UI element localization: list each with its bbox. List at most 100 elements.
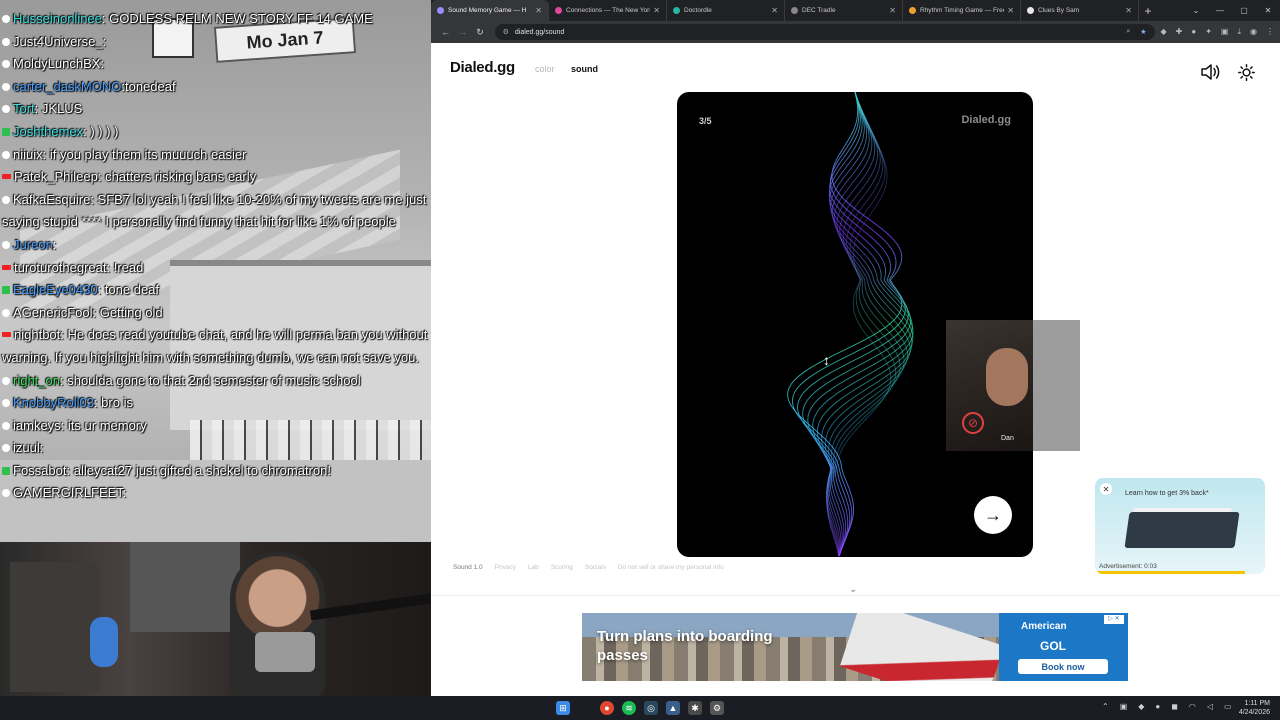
chat-username[interactable]: Husseinonlinee: [13, 11, 102, 26]
footer-link[interactable]: Privacy: [495, 564, 516, 571]
video-ad[interactable]: ✕ Learn how to get 3% back* Advertisemen…: [1095, 478, 1265, 574]
chat-username[interactable]: Patek_Phileep: [14, 169, 98, 184]
nav-link-sound[interactable]: sound: [571, 64, 598, 74]
puzzle-icon[interactable]: ✦: [1205, 27, 1212, 37]
site-logo[interactable]: Dialed.gg: [450, 59, 515, 76]
omnibox-actions: ⌕ ★: [1126, 28, 1146, 36]
extensions: ◆ ✚ ● ✦ ▣ ⤓ ◉ ⋮: [1161, 27, 1275, 37]
chrome-icon[interactable]: ●: [600, 701, 614, 715]
chat-username[interactable]: nightbot: [14, 327, 60, 342]
tab-close-icon[interactable]: ✕: [653, 6, 660, 15]
chat-username[interactable]: niiuix: [13, 147, 43, 162]
chat-badge-icon: [2, 127, 10, 136]
bed-frame-image: [1124, 512, 1240, 548]
sidepanel-icon[interactable]: ▣: [1221, 27, 1229, 37]
browser-tab[interactable]: Rhythm Timing Game — Free ✕: [903, 0, 1021, 21]
nav-link-color[interactable]: color: [535, 64, 555, 74]
chat-username[interactable]: KafkaEsquire: [13, 192, 90, 207]
footer-link[interactable]: Sound 1.0: [453, 564, 483, 571]
download-icon[interactable]: ⤓: [1237, 27, 1241, 37]
new-tab-button[interactable]: +: [1139, 0, 1157, 21]
chat-username[interactable]: AGenericFool: [13, 305, 92, 320]
bookmark-star-icon[interactable]: ★: [1140, 28, 1146, 36]
reload-icon[interactable]: ↻: [471, 27, 488, 38]
chat-text: : Getting old: [92, 304, 163, 320]
chat-badge-icon: [2, 421, 10, 430]
menu-icon[interactable]: ⋮: [1266, 27, 1274, 37]
app-icon[interactable]: ✱: [688, 701, 702, 715]
site-info-icon[interactable]: ⚙: [503, 28, 509, 36]
footer-link[interactable]: Lab: [528, 564, 539, 571]
browser-tab[interactable]: Doctordle ✕: [667, 0, 785, 21]
chat-username[interactable]: Fossabot: [13, 463, 66, 478]
chat-username[interactable]: iamkeys: [13, 418, 61, 433]
volume-icon[interactable]: ◁: [1207, 702, 1213, 711]
chat-text: : GODLESS RELM NEW STORY FF 14 GAME: [101, 11, 373, 26]
back-icon[interactable]: ←: [437, 27, 454, 37]
tab-title: Doctordle: [684, 7, 712, 14]
system-clock[interactable]: 1:11 PM 4/24/2026: [1239, 699, 1270, 717]
tray-app-icon[interactable]: ◼: [1171, 702, 1178, 711]
extension-icon[interactable]: ✚: [1176, 27, 1183, 37]
settings-icon[interactable]: ⚙: [710, 701, 724, 715]
chat-username[interactable]: turoturothegreat: [14, 260, 107, 275]
maximize-icon[interactable]: ▢: [1232, 0, 1256, 21]
chat-username[interactable]: right_on: [13, 373, 60, 388]
chevron-down-icon[interactable]: ⌄: [849, 584, 857, 595]
battery-icon[interactable]: ▭: [1224, 702, 1232, 711]
chat-username[interactable]: Just4Universe_: [13, 34, 103, 49]
tray-app-icon[interactable]: ●: [1155, 702, 1160, 711]
steam-icon[interactable]: ◎: [644, 701, 658, 715]
tab-close-icon[interactable]: ✕: [889, 6, 896, 15]
chevron-down-icon[interactable]: ⌄: [1184, 0, 1208, 21]
chat-username[interactable]: KnobbyRoll03: [13, 395, 94, 410]
chat-username[interactable]: Joshthemex: [13, 124, 83, 139]
banner-ad[interactable]: Turn plans into boarding passes American…: [582, 613, 1128, 681]
round-counter: 3/5: [699, 116, 712, 126]
close-icon[interactable]: ✕: [1256, 0, 1280, 21]
zoom-icon[interactable]: ⌕: [1126, 28, 1130, 36]
extension-icon[interactable]: ●: [1191, 27, 1196, 37]
tab-close-icon[interactable]: ✕: [1007, 6, 1014, 15]
browser-tab[interactable]: Clues By Sam ✕: [1021, 0, 1139, 21]
chat-username[interactable]: carter_daskMONO: [13, 79, 121, 94]
tray-app-icon[interactable]: ◆: [1138, 702, 1144, 711]
chat-username[interactable]: GAMERGIRLFEET: [13, 485, 123, 500]
volume-icon[interactable]: [1200, 63, 1220, 81]
browser-window: Sound Memory Game — H ✕ Connections — The …: [431, 0, 1280, 696]
theme-toggle-icon[interactable]: [1238, 64, 1255, 81]
tab-close-icon[interactable]: ✕: [535, 6, 542, 15]
windows-start-icon[interactable]: ⊞: [556, 701, 570, 715]
tab-close-icon[interactable]: ✕: [1125, 6, 1132, 15]
footer-link[interactable]: Do not sell or share my personal info: [618, 564, 724, 571]
browser-tab[interactable]: Sound Memory Game — H ✕: [431, 0, 549, 21]
footer-link[interactable]: Scoring: [551, 564, 573, 571]
address-bar[interactable]: ⚙ dialed.gg/sound ⌕ ★: [494, 24, 1155, 40]
close-icon[interactable]: ✕: [1100, 483, 1112, 495]
chat-username[interactable]: MoldyLunchBX: [13, 56, 100, 71]
chevron-up-icon[interactable]: ⌃: [1102, 702, 1109, 711]
book-now-button[interactable]: Book now: [1018, 659, 1108, 674]
tab-close-icon[interactable]: ✕: [771, 6, 778, 15]
chat-username[interactable]: Tort: [13, 101, 35, 116]
tray-app-icon[interactable]: ▣: [1120, 702, 1128, 711]
adchoices-icon[interactable]: ▷ ✕: [1104, 615, 1124, 624]
forward-icon[interactable]: →: [454, 27, 471, 37]
chat-username[interactable]: EagleEye0430: [13, 282, 98, 297]
chat-message: Just4Universe_:: [0, 31, 431, 54]
profile-icon[interactable]: ◉: [1250, 27, 1257, 37]
wifi-icon[interactable]: ◠: [1189, 702, 1196, 711]
chat-message: EagleEye0430: tone deaf: [0, 279, 431, 302]
app-icon[interactable]: ▲: [666, 701, 680, 715]
chat-message: Jureon:: [0, 234, 431, 257]
footer-link[interactable]: Socials: [585, 564, 606, 571]
extension-icon[interactable]: ◆: [1161, 27, 1167, 37]
minimize-icon[interactable]: —: [1208, 0, 1232, 21]
spotify-icon[interactable]: ≋: [622, 701, 636, 715]
next-button[interactable]: →: [974, 496, 1012, 534]
webcam-shelf: [10, 562, 100, 692]
chat-username[interactable]: izuul: [13, 440, 40, 455]
browser-tab[interactable]: Connections — The New York ✕: [549, 0, 667, 21]
browser-tab[interactable]: DEC Tradle ✕: [785, 0, 903, 21]
chat-username[interactable]: Jureon: [13, 237, 53, 252]
